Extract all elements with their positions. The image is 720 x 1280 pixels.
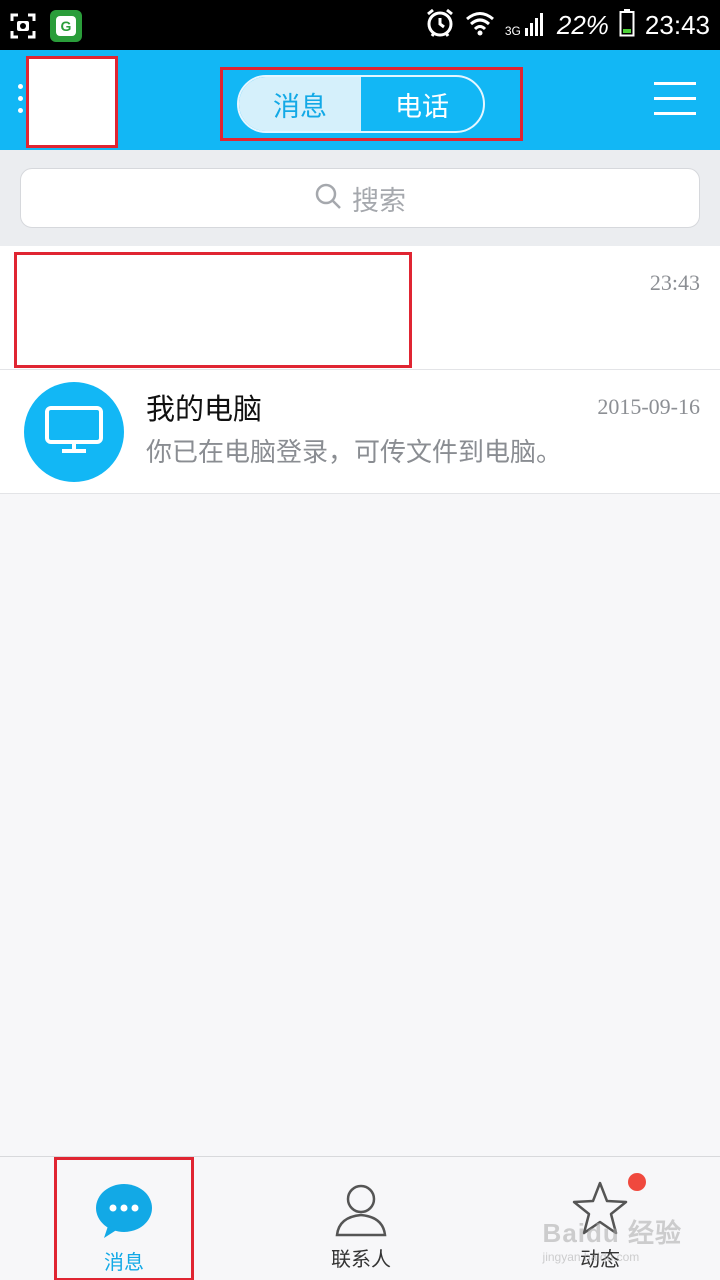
nav-label: 联系人 (331, 1247, 391, 1271)
screenshot-icon (10, 13, 36, 39)
conversation-list: 23:43 我的电脑 2015-09-16 你已在电脑登录，可传文件到电脑。 (0, 246, 720, 494)
contacts-icon (331, 1179, 391, 1239)
search-input[interactable]: 搜索 (20, 168, 700, 228)
search-icon (314, 182, 342, 214)
battery-percent: 22% (556, 9, 609, 40)
nav-messages[interactable]: 消息 (54, 1157, 194, 1280)
segment-highlight: 消息 电话 (220, 67, 523, 141)
conversation-preview: 你已在电脑登录，可传文件到电脑。 (146, 438, 563, 468)
tab-messages[interactable]: 消息 (239, 77, 361, 131)
user-avatar[interactable] (26, 56, 118, 148)
conversation-time: 23:43 (649, 270, 700, 295)
watermark: Baidu 经验 jingyan.baidu.com (542, 1218, 682, 1264)
conversation-title: 我的电脑 (146, 392, 263, 426)
status-bar: G 3G 22% 23:43 (0, 0, 720, 50)
bottom-nav: 消息 联系人 动态 Baidu 经验 jingyan.baidu.com (0, 1156, 720, 1280)
tab-switcher: 消息 电话 (237, 75, 485, 133)
redacted-area (14, 252, 412, 368)
search-area: 搜索 (0, 150, 720, 246)
computer-icon (44, 405, 104, 459)
conversation-time: 2015-09-16 (597, 394, 700, 419)
conversation-row[interactable]: 我的电脑 2015-09-16 你已在电脑登录，可传文件到电脑。 (0, 370, 720, 494)
conversation-row[interactable]: 23:43 (0, 246, 720, 370)
search-placeholder: 搜索 (352, 185, 406, 217)
alarm-icon (425, 7, 455, 43)
battery-icon (619, 9, 635, 41)
message-bubble-icon (94, 1182, 154, 1242)
hamburger-menu-icon[interactable] (654, 82, 696, 116)
tab-calls[interactable]: 电话 (361, 77, 483, 131)
clock: 23:43 (644, 9, 710, 40)
signal-icon (524, 10, 547, 40)
more-dots-icon[interactable] (18, 84, 26, 118)
app-header: 消息 电话 (0, 50, 720, 150)
network-type: 3G (504, 24, 521, 38)
nav-label: 消息 (104, 1250, 144, 1274)
notification-badge (628, 1173, 646, 1191)
app-notification-icon: G (50, 10, 82, 42)
nav-contacts[interactable]: 联系人 (291, 1157, 431, 1280)
computer-avatar (24, 382, 124, 482)
wifi-icon (465, 10, 495, 40)
